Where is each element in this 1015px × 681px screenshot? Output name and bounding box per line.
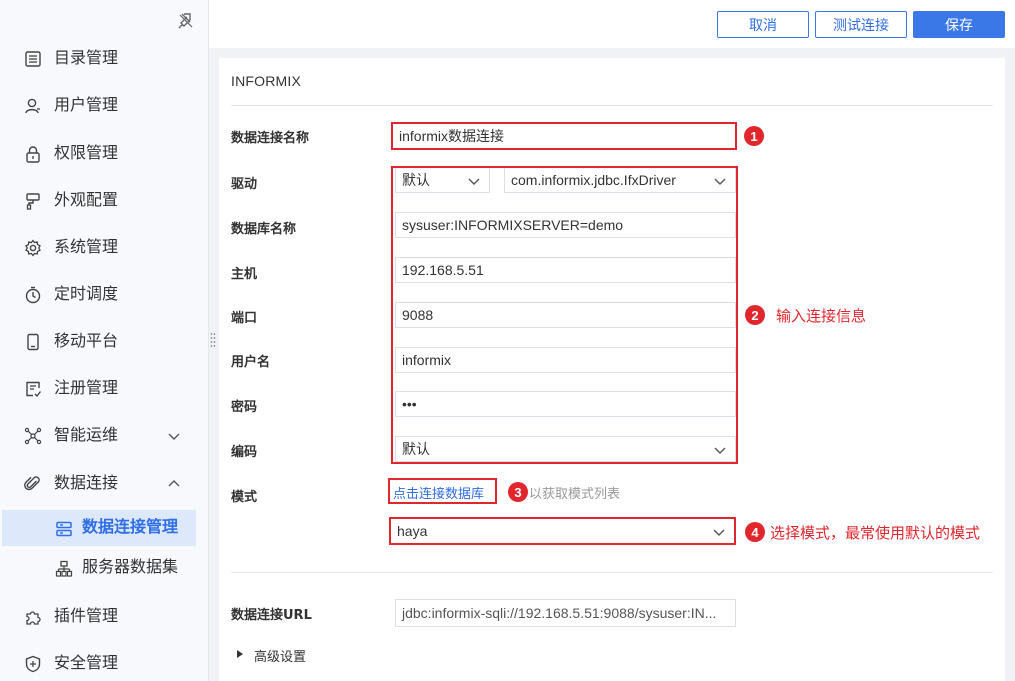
connection-form-panel: INFORMIX 数据连接名称 informix数据连接 1 驱动 默认 com… [219, 58, 1005, 681]
gear-icon [25, 239, 41, 257]
sidebar-item-label: 权限管理 [54, 145, 119, 162]
annotation-badge: 4 [745, 522, 765, 542]
sidebar-item-label: 外观配置 [54, 192, 119, 209]
register-icon [26, 381, 42, 398]
sidebar-item-label: 智能运维 [54, 427, 119, 444]
annotation-badge: 1 [744, 126, 764, 146]
sidebar-item-mobile[interactable]: 移动平台 [0, 324, 209, 360]
schema-hint-text: 以获取模式列表 [529, 487, 621, 502]
connection-name-input[interactable]: informix数据连接 [391, 122, 737, 150]
driver-label: 驱动 [231, 177, 258, 192]
annotation-text: 输入连接信息 [776, 307, 867, 325]
port-label: 端口 [231, 311, 258, 326]
link-icon [24, 476, 40, 491]
mobile-icon [27, 333, 39, 351]
sidebar: 目录管理 用户管理 权限管理 外观配置 系统管理 定时调度 移动平台 注册管理 … [0, 0, 209, 681]
sidebar-subitem-label: 数据连接管理 [82, 519, 179, 536]
divider [231, 572, 993, 573]
sidebar-item-catalog[interactable]: 目录管理 [0, 41, 209, 77]
sidebar-item-plugins[interactable]: 插件管理 [0, 599, 209, 635]
sidebar-item-label: 安全管理 [54, 655, 119, 672]
sidebar-item-users[interactable]: 用户管理 [0, 88, 209, 124]
sidebar-item-label: 注册管理 [54, 380, 119, 397]
url-label: 数据连接URL [231, 608, 312, 623]
sidebar-subitem-data-connection-manage[interactable]: 数据连接管理 [2, 510, 196, 546]
lock-icon [26, 146, 40, 163]
chevron-down-icon [168, 433, 180, 440]
clock-icon [25, 286, 41, 304]
annotation-badge: 2 [745, 305, 765, 325]
user-icon [25, 98, 40, 114]
chevron-up-icon [168, 480, 180, 487]
advanced-settings-label: 高级设置 [254, 650, 307, 665]
sidebar-item-permissions[interactable]: 权限管理 [0, 136, 209, 172]
caret-right-icon [237, 650, 243, 658]
pin-icon[interactable] [176, 11, 196, 31]
test-connection-button[interactable]: 测试连接 [815, 11, 907, 38]
sidebar-item-smart-ops[interactable]: 智能运维 [0, 418, 209, 454]
db-type-title: INFORMIX [231, 73, 302, 89]
db-name-label: 数据库名称 [231, 222, 297, 237]
connect-db-link[interactable]: 点击连接数据库 [393, 483, 484, 502]
sidebar-item-appearance[interactable]: 外观配置 [0, 183, 209, 219]
sidebar-item-label: 定时调度 [54, 286, 119, 303]
divider [231, 105, 993, 106]
sidebar-item-schedule[interactable]: 定时调度 [0, 277, 209, 313]
brush-icon [26, 193, 40, 210]
schema-value: haya [397, 523, 428, 539]
shield-icon [25, 655, 41, 673]
server-dataset-icon [55, 560, 73, 577]
catalog-icon [25, 51, 41, 67]
username-label: 用户名 [231, 355, 271, 370]
sidebar-item-label: 插件管理 [54, 608, 119, 625]
cancel-button[interactable]: 取消 [717, 11, 809, 38]
url-input[interactable]: jdbc:informix-sqli://192.168.5.51:9088/s… [395, 599, 736, 627]
schema-select[interactable]: haya [389, 517, 736, 545]
sidebar-item-label: 移动平台 [54, 333, 119, 350]
sidebar-item-data-connection[interactable]: 数据连接 [0, 466, 209, 502]
password-label: 密码 [231, 400, 258, 415]
sidebar-subitem-server-dataset[interactable]: 服务器数据集 [0, 550, 209, 586]
advanced-settings-toggle[interactable]: 高级设置 [235, 646, 355, 666]
annotation-box [391, 166, 738, 464]
plugin-icon [26, 611, 41, 625]
sidebar-item-label: 用户管理 [54, 97, 119, 114]
top-toolbar: 取消 测试连接 保存 [209, 0, 1015, 48]
sidebar-item-label: 数据连接 [54, 475, 119, 492]
db-icon [56, 521, 72, 537]
encoding-label: 编码 [231, 445, 258, 460]
schema-label: 模式 [231, 490, 258, 505]
sidebar-item-security[interactable]: 安全管理 [0, 646, 209, 681]
ops-icon [24, 427, 42, 445]
sidebar-item-label: 系统管理 [54, 239, 119, 256]
sidebar-item-register[interactable]: 注册管理 [0, 371, 209, 407]
sidebar-subitem-label: 服务器数据集 [82, 559, 179, 576]
chevron-down-icon [713, 529, 725, 536]
save-button[interactable]: 保存 [913, 11, 1005, 38]
resize-handle[interactable] [210, 332, 216, 348]
sidebar-item-system[interactable]: 系统管理 [0, 230, 209, 266]
host-label: 主机 [231, 267, 258, 282]
connection-name-label: 数据连接名称 [231, 131, 310, 146]
annotation-text: 选择模式，最常使用默认的模式 [770, 524, 981, 542]
sidebar-item-label: 目录管理 [54, 50, 119, 67]
